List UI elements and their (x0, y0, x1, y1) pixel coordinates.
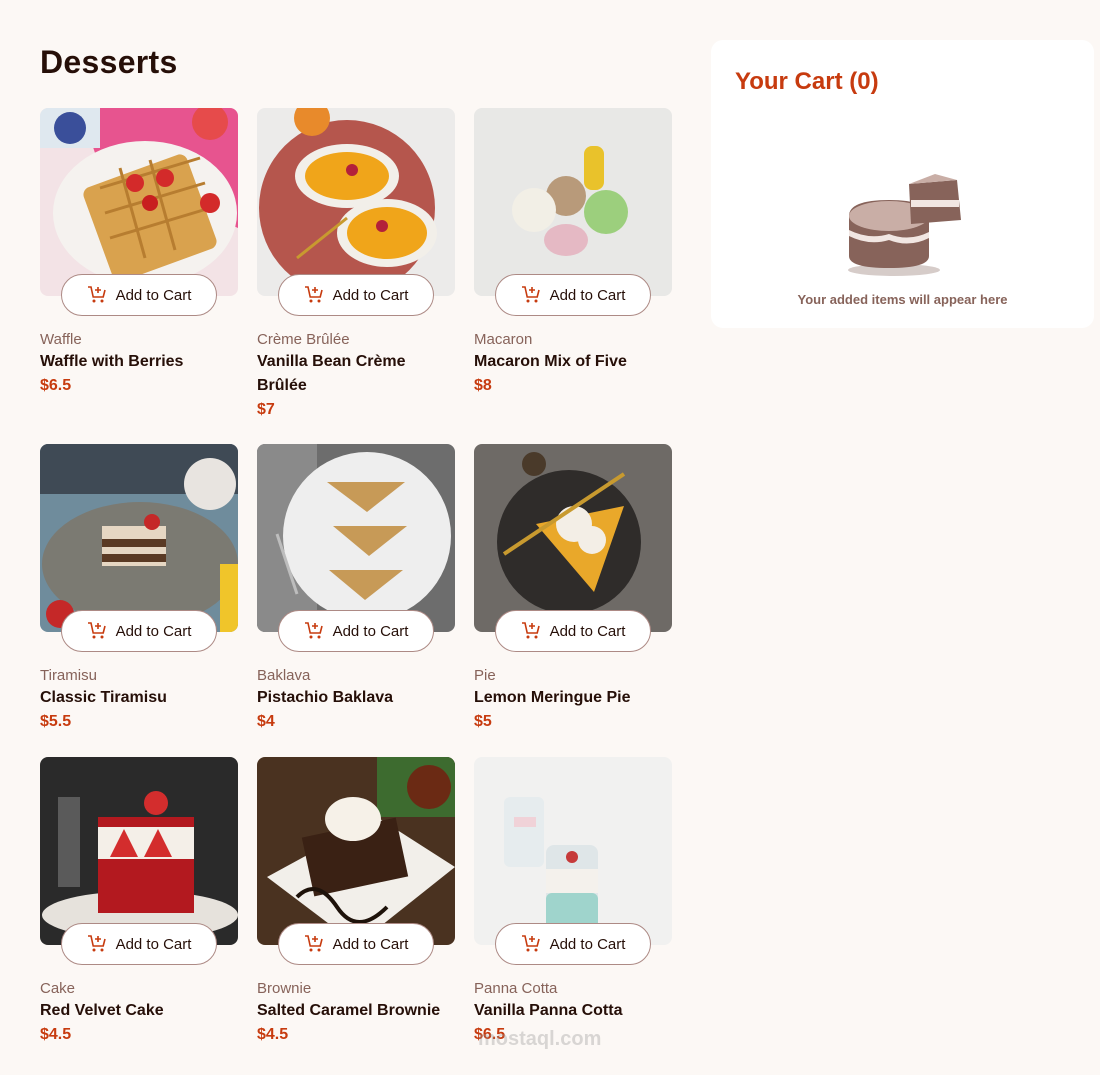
product-category: Cake (40, 980, 76, 997)
product-category: Tiramisu (40, 667, 97, 684)
add-to-cart-button[interactable]: Add to Cart (495, 274, 651, 316)
product-info: Pie Lemon Meringue Pie $5 (474, 666, 674, 734)
product-name: Salted Caramel Brownie (257, 1002, 441, 1019)
cart-plus-icon (521, 286, 540, 303)
product-category: Panna Cotta (474, 980, 558, 997)
cart-plus-icon (304, 286, 323, 303)
product-price: $7 (257, 401, 275, 418)
add-to-cart-button[interactable]: Add to Cart (61, 610, 217, 652)
product-category: Waffle (40, 331, 82, 348)
product-price: $8 (474, 377, 492, 394)
product-category: Brownie (257, 980, 312, 997)
product-name: Vanilla Bean Crème Brûlée (257, 353, 406, 394)
add-to-cart-button[interactable]: Add to Cart (278, 923, 434, 965)
cart-title: Your Cart (0) (735, 68, 879, 95)
cart-plus-icon (87, 935, 106, 952)
product-price: $4 (257, 713, 275, 730)
add-to-cart-button[interactable]: Add to Cart (278, 274, 434, 316)
add-to-cart-label: Add to Cart (549, 286, 626, 304)
add-to-cart-label: Add to Cart (549, 622, 626, 640)
product-price: $6.5 (40, 377, 72, 394)
product-name: Red Velvet Cake (40, 1002, 164, 1019)
product-category: Pie (474, 667, 496, 684)
add-to-cart-label: Add to Cart (549, 935, 626, 953)
product-info: Tiramisu Classic Tiramisu $5.5 (40, 666, 240, 734)
product-info: Baklava Pistachio Baklava $4 (257, 666, 457, 734)
cart-plus-icon (521, 622, 540, 639)
product-name: Macaron Mix of Five (474, 353, 627, 370)
add-to-cart-button[interactable]: Add to Cart (495, 923, 651, 965)
product-price: $5.5 (40, 713, 72, 730)
add-to-cart-label: Add to Cart (332, 622, 409, 640)
cart-panel: Your Cart (0) Your added items will appe… (711, 40, 1094, 328)
add-to-cart-label: Add to Cart (115, 286, 192, 304)
cart-plus-icon (304, 622, 323, 639)
product-name: Lemon Meringue Pie (474, 689, 631, 706)
product-info: Cake Red Velvet Cake $4.5 (40, 979, 240, 1047)
watermark: mostaql.com (478, 1028, 602, 1050)
product-info: Brownie Salted Caramel Brownie $4.5 (257, 979, 457, 1047)
product-image (257, 757, 455, 945)
add-to-cart-button[interactable]: Add to Cart (278, 610, 434, 652)
cart-empty-message: Your added items will appear here (797, 292, 1008, 307)
add-to-cart-label: Add to Cart (115, 935, 192, 953)
product-card: Add to Cart Pie Lemon Meringue Pie $5 (474, 444, 672, 730)
product-name: Pistachio Baklava (257, 689, 394, 706)
product-name: Waffle with Berries (40, 353, 184, 370)
product-image (40, 444, 238, 632)
product-category: Macaron (474, 331, 533, 348)
product-card: Add to Cart Macaron Macaron Mix of Five … (474, 108, 672, 394)
product-card: Add to Cart Cake Red Velvet Cake $4.5 (40, 757, 238, 1043)
product-image (474, 757, 672, 945)
product-image (257, 108, 455, 296)
product-image (257, 444, 455, 632)
add-to-cart-label: Add to Cart (115, 622, 192, 640)
product-image (40, 108, 238, 296)
product-image (474, 108, 672, 296)
product-card: Add to Cart Crème Brûlée Vanilla Bean Cr… (257, 108, 455, 418)
product-info: Macaron Macaron Mix of Five $8 (474, 330, 674, 398)
add-to-cart-button[interactable]: Add to Cart (61, 923, 217, 965)
product-name: Classic Tiramisu (40, 689, 167, 706)
product-price: $4.5 (40, 1026, 72, 1043)
add-to-cart-label: Add to Cart (332, 286, 409, 304)
product-price: $5 (474, 713, 492, 730)
product-card: Add to Cart Panna Cotta Vanilla Panna Co… (474, 757, 672, 1043)
product-card: Add to Cart Waffle Waffle with Berries $… (40, 108, 238, 394)
product-card: Add to Cart Baklava Pistachio Baklava $4 (257, 444, 455, 730)
add-to-cart-button[interactable]: Add to Cart (61, 274, 217, 316)
page-title: Desserts (40, 44, 178, 80)
product-price: $4.5 (257, 1026, 289, 1043)
add-to-cart-button[interactable]: Add to Cart (495, 610, 651, 652)
product-info: Crème Brûlée Vanilla Bean Crème Brûlée $… (257, 330, 457, 422)
product-name: Vanilla Panna Cotta (474, 1002, 623, 1019)
cart-plus-icon (304, 935, 323, 952)
product-category: Baklava (257, 667, 311, 684)
product-card: Add to Cart Brownie Salted Caramel Brown… (257, 757, 455, 1043)
add-to-cart-label: Add to Cart (332, 935, 409, 953)
product-image (474, 444, 672, 632)
cart-plus-icon (521, 935, 540, 952)
product-card: Add to Cart Tiramisu Classic Tiramisu $5… (40, 444, 238, 730)
product-image (40, 757, 238, 945)
cart-plus-icon (87, 286, 106, 303)
page: Desserts Add to Cart Waffle Waffle with … (0, 0, 1100, 1075)
product-info: Waffle Waffle with Berries $6.5 (40, 330, 240, 398)
cart-plus-icon (87, 622, 106, 639)
empty-cake-icon (848, 174, 961, 276)
product-category: Crème Brûlée (257, 331, 350, 348)
